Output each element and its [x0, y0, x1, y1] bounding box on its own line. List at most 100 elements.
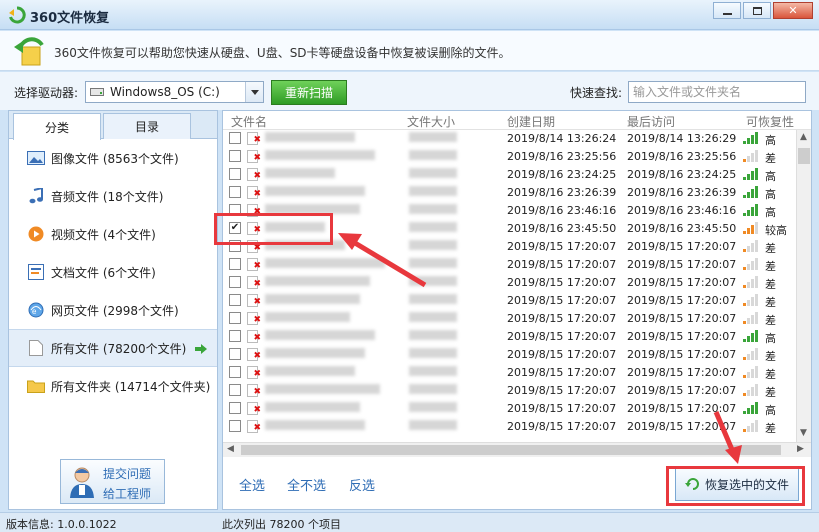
- submit-issue-button[interactable]: 提交问题 给工程师: [60, 459, 165, 504]
- signal-bar: [747, 138, 750, 144]
- row-checkbox[interactable]: [229, 330, 241, 342]
- maximize-button[interactable]: [743, 2, 771, 19]
- tab-category[interactable]: 分类: [13, 113, 101, 140]
- deleted-file-icon: ✖: [247, 222, 261, 235]
- recoverability-bars: [743, 168, 759, 180]
- file-row[interactable]: ✖ 2019/8/15 17:20:07 2019/8/15 17:20:07 高: [223, 328, 795, 346]
- signal-bar: [747, 426, 750, 432]
- close-button[interactable]: ✕: [773, 2, 813, 19]
- category-item[interactable]: 所有文件夹 (14714个文件夹): [9, 367, 217, 405]
- category-item[interactable]: 所有文件 (78200个文件): [9, 329, 217, 367]
- file-row[interactable]: ✖ 2019/8/14 13:26:24 2019/8/14 13:26:29 高: [223, 130, 795, 148]
- file-row[interactable]: ✖ 2019/8/16 23:46:16 2019/8/16 23:46:16 高: [223, 202, 795, 220]
- vertical-scrollbar[interactable]: ▲ ▼: [796, 130, 811, 442]
- file-row[interactable]: ✖ 2019/8/15 17:20:07 2019/8/15 17:20:07 差: [223, 310, 795, 328]
- row-checkbox[interactable]: [229, 348, 241, 360]
- deleted-file-icon: ✖: [247, 204, 261, 217]
- file-row[interactable]: ✖ 2019/8/15 17:20:07 2019/8/15 17:20:07 差: [223, 418, 795, 436]
- select-none-link[interactable]: 全不选: [287, 475, 326, 494]
- scroll-right-icon[interactable]: ▶: [797, 444, 804, 454]
- folder-icon: [27, 378, 45, 394]
- horizontal-scroll-thumb[interactable]: [241, 445, 781, 455]
- file-row[interactable]: ✖ 2019/8/15 17:20:07 2019/8/15 17:20:07 高: [223, 400, 795, 418]
- drive-select[interactable]: Windows8_OS (C:): [85, 81, 264, 103]
- accessed-date: 2019/8/15 17:20:07: [627, 276, 737, 289]
- recoverability-level: 差: [765, 368, 776, 381]
- file-row[interactable]: ✖ 2019/8/15 17:20:07 2019/8/15 17:20:07 差: [223, 292, 795, 310]
- file-row[interactable]: ✖ 2019/8/15 17:20:07 2019/8/15 17:20:07 差: [223, 238, 795, 256]
- file-row[interactable]: ✖ 2019/8/15 17:20:07 2019/8/15 17:20:07 差: [223, 382, 795, 400]
- chevron-down-icon[interactable]: [245, 82, 263, 102]
- file-row[interactable]: ✖ 2019/8/15 17:20:07 2019/8/15 17:20:07 差: [223, 274, 795, 292]
- recoverability-bars: [743, 222, 759, 234]
- signal-bar: [755, 258, 758, 270]
- row-checkbox[interactable]: [229, 312, 241, 324]
- select-all-link[interactable]: 全选: [239, 475, 265, 494]
- row-checkbox[interactable]: [229, 294, 241, 306]
- signal-bar: [747, 408, 750, 414]
- signal-bar: [743, 213, 746, 216]
- rescan-button[interactable]: 重新扫描: [271, 80, 347, 105]
- horizontal-scrollbar[interactable]: ◀ ▶: [223, 442, 811, 457]
- category-item[interactable]: 视频文件 (4个文件): [9, 215, 217, 253]
- scroll-left-icon[interactable]: ◀: [227, 444, 234, 454]
- column-accessed[interactable]: 最后访问: [627, 113, 675, 130]
- signal-bar: [747, 210, 750, 216]
- column-filename[interactable]: 文件名: [231, 113, 267, 130]
- scroll-up-icon[interactable]: ▲: [800, 132, 807, 142]
- recoverability-level: 高: [765, 134, 776, 147]
- tab-directory[interactable]: 目录: [103, 113, 191, 139]
- invert-selection-link[interactable]: 反选: [349, 475, 375, 494]
- signal-bar: [747, 390, 750, 396]
- blurred-filename: [265, 258, 385, 268]
- column-recoverability[interactable]: 可恢复性: [746, 113, 794, 130]
- file-row[interactable]: ✖ 2019/8/16 23:24:25 2019/8/16 23:24:25 高: [223, 166, 795, 184]
- row-checkbox[interactable]: [229, 258, 241, 270]
- row-checkbox[interactable]: ✔: [229, 222, 241, 234]
- blurred-filesize: [409, 330, 457, 340]
- file-row[interactable]: ✖ 2019/8/15 17:20:07 2019/8/15 17:20:07 差: [223, 346, 795, 364]
- row-checkbox[interactable]: [229, 240, 241, 252]
- signal-bar: [755, 222, 758, 234]
- category-item[interactable]: 音频文件 (18个文件): [9, 177, 217, 215]
- row-checkbox[interactable]: [229, 204, 241, 216]
- category-item[interactable]: 文档文件 (6个文件): [9, 253, 217, 291]
- recoverability-bars: [743, 348, 759, 360]
- minimize-button[interactable]: [713, 2, 741, 19]
- file-row[interactable]: ✖ 2019/8/15 17:20:07 2019/8/15 17:20:07 差: [223, 364, 795, 382]
- created-date: 2019/8/15 17:20:07: [507, 366, 617, 379]
- column-created[interactable]: 创建日期: [507, 113, 555, 130]
- signal-bar: [747, 300, 750, 306]
- recoverability-level: 较高: [765, 224, 787, 237]
- row-checkbox[interactable]: [229, 420, 241, 432]
- scroll-down-icon[interactable]: ▼: [800, 428, 807, 438]
- file-row[interactable]: ✖ 2019/8/16 23:25:56 2019/8/16 23:25:56 差: [223, 148, 795, 166]
- file-row[interactable]: ✔ ✖ 2019/8/16 23:45:50 2019/8/16 23:45:50 较高: [223, 220, 795, 238]
- row-checkbox[interactable]: [229, 276, 241, 288]
- row-checkbox[interactable]: [229, 150, 241, 162]
- file-row[interactable]: ✖ 2019/8/16 23:26:39 2019/8/16 23:26:39 高: [223, 184, 795, 202]
- recover-selected-button[interactable]: 恢复选中的文件: [675, 467, 799, 501]
- category-item[interactable]: e 网页文件 (2998个文件): [9, 291, 217, 329]
- recoverability-level: 高: [765, 332, 776, 345]
- row-checkbox[interactable]: [229, 402, 241, 414]
- row-checkbox[interactable]: [229, 132, 241, 144]
- row-checkbox[interactable]: [229, 366, 241, 378]
- deleted-file-icon: ✖: [247, 240, 261, 253]
- arrow-right-icon: [195, 343, 207, 357]
- blurred-filesize: [409, 348, 457, 358]
- search-input[interactable]: [628, 81, 806, 103]
- signal-bar: [747, 228, 750, 234]
- row-checkbox[interactable]: [229, 186, 241, 198]
- signal-bar: [751, 351, 754, 360]
- file-row[interactable]: ✖ 2019/8/15 17:20:07 2019/8/15 17:20:07 差: [223, 256, 795, 274]
- category-list: 图像文件 (8563个文件) 音频文件 (18个文件) 视频文件 (4个文件) 文档文…: [9, 139, 217, 405]
- signal-bar: [751, 369, 754, 378]
- vertical-scroll-thumb[interactable]: [798, 148, 810, 164]
- blurred-filename: [265, 276, 370, 286]
- category-item[interactable]: 图像文件 (8563个文件): [9, 139, 217, 177]
- blurred-filesize: [409, 258, 457, 268]
- row-checkbox[interactable]: [229, 384, 241, 396]
- column-size[interactable]: 文件大小: [407, 113, 455, 130]
- row-checkbox[interactable]: [229, 168, 241, 180]
